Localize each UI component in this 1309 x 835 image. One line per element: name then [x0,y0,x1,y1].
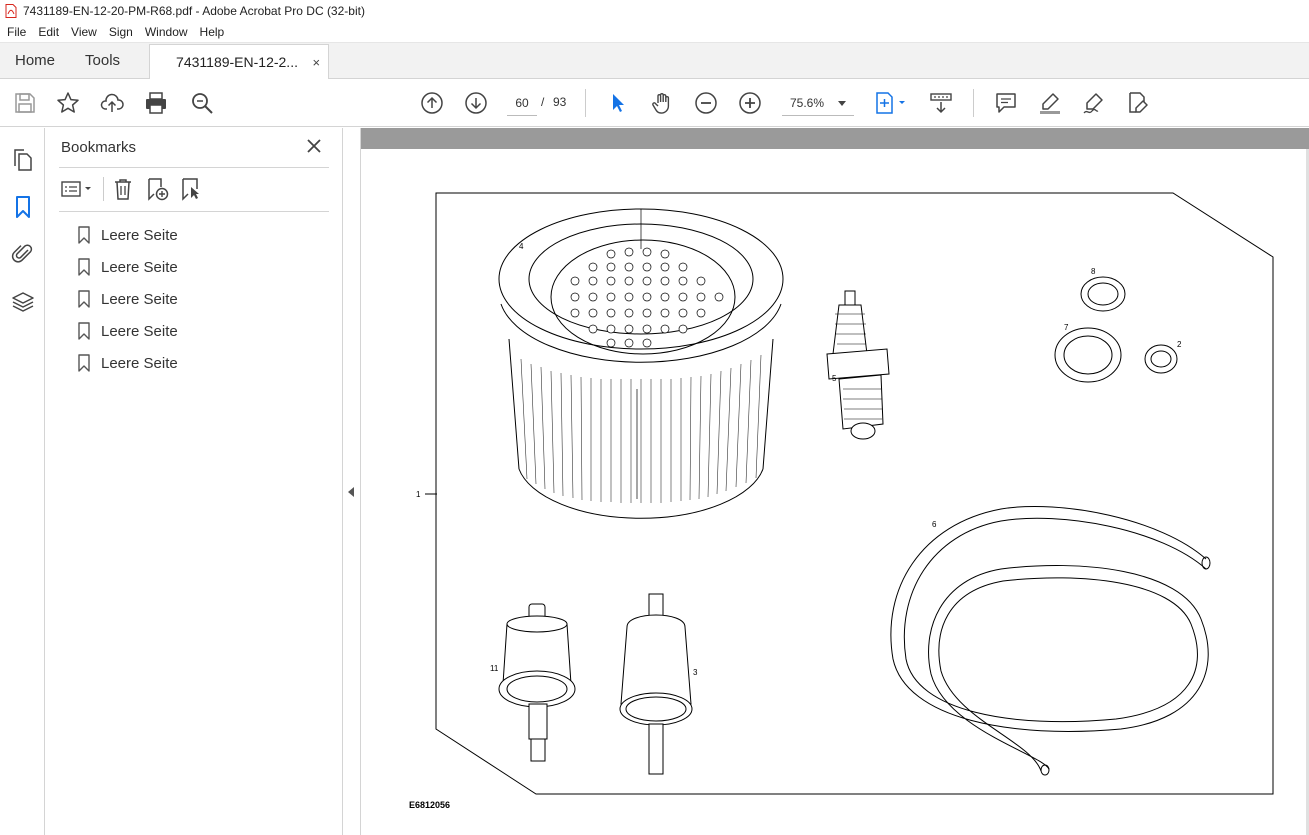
close-tab-button[interactable]: × [312,55,320,70]
bookmark-options-icon[interactable] [60,177,96,201]
bookmark-star-icon[interactable] [56,91,80,115]
bookmarks-panel: Bookmarks Leere Seite Leere Seite Leere … [45,128,343,835]
sign-icon[interactable] [1082,91,1106,115]
page-number-input[interactable] [507,90,537,116]
comment-icon[interactable] [994,91,1018,115]
bookmark-icon [78,354,90,372]
search-zoom-icon[interactable] [190,91,214,115]
callout-6: 6 [932,520,937,529]
callout-2: 2 [1177,340,1182,349]
attachments-icon[interactable] [11,241,35,265]
title-bar: 7431189-EN-12-20-PM-R68.pdf - Adobe Acro… [0,0,1309,22]
hose-drawing [890,506,1211,776]
page-thumbnails-icon[interactable] [11,148,35,172]
tab-bar: Home Tools 7431189-EN-12-2... × [0,43,1309,79]
fit-page-icon[interactable] [874,91,908,115]
delete-icon[interactable] [111,177,135,201]
callout-8: 8 [1091,267,1096,276]
bookmarks-title: Bookmarks [61,139,137,156]
bookmark-item[interactable]: Leere Seite [77,224,317,246]
spark-plug-drawing [826,290,890,440]
total-pages: 93 [553,95,567,109]
fuel-filter-large-drawing [619,593,693,775]
callout-7: 7 [1064,323,1069,332]
parts-illustration: 1 2 3 4 5 6 7 8 11 E6812056 [409,192,1274,810]
close-icon[interactable] [305,137,323,155]
zoom-value: 75.6% [790,95,825,110]
tab-home[interactable]: Home [0,43,70,78]
figure-code: E6812056 [409,800,450,810]
fuel-filter-small-drawing [498,603,576,762]
tab-document[interactable]: 7431189-EN-12-2... × [149,44,330,79]
collapse-arrow-icon [348,487,354,497]
bookmark-icon [78,258,90,276]
tab-tools[interactable]: Tools [70,43,135,78]
bookmark-icon [78,290,90,308]
page-down-icon[interactable] [464,91,488,115]
zoom-in-icon[interactable] [738,91,762,115]
menu-edit[interactable]: Edit [33,25,64,39]
callout-11: 11 [490,664,499,673]
callout-5: 5 [832,374,837,383]
bookmark-label: Leere Seite [101,354,178,372]
bookmark-label: Leere Seite [101,258,178,276]
menu-bar: File Edit View Sign Window Help [0,22,1309,43]
menu-file[interactable]: File [2,25,31,39]
panel-collapse-handle[interactable] [343,128,361,835]
bookmarks-icon[interactable] [11,195,35,219]
bookmark-item[interactable]: Leere Seite [77,256,317,278]
zoom-out-icon[interactable] [694,91,718,115]
callout-4: 4 [519,242,524,251]
page-up-icon[interactable] [420,91,444,115]
bookmark-icon [78,322,90,340]
hand-icon[interactable] [650,91,674,115]
pdf-file-icon [5,4,17,18]
callout-3: 3 [693,668,698,677]
bookmark-item[interactable]: Leere Seite [77,352,317,374]
menu-sign[interactable]: Sign [104,25,138,39]
new-bookmark-icon[interactable] [145,177,169,201]
toolbar [0,79,1309,127]
left-rail [0,128,45,835]
menu-view[interactable]: View [66,25,102,39]
bookmark-item[interactable]: Leere Seite [77,320,317,342]
window-title: 7431189-EN-12-20-PM-R68.pdf - Adobe Acro… [23,4,365,18]
bookmark-item[interactable]: Leere Seite [77,288,317,310]
chevron-down-icon [838,101,846,106]
callout-1: 1 [416,490,421,499]
layers-icon[interactable] [11,290,35,314]
scroll-mode-icon[interactable] [929,91,953,115]
bookmark-label: Leere Seite [101,290,178,308]
highlight-icon[interactable] [1038,91,1062,115]
save-icon[interactable] [13,91,37,115]
print-icon[interactable] [144,91,168,115]
bookmark-icon [78,226,90,244]
bookmark-label: Leere Seite [101,226,178,244]
menu-help[interactable]: Help [195,25,230,39]
page-gap [361,128,1309,149]
select-cursor-icon[interactable] [606,91,630,115]
zoom-dropdown[interactable]: 75.6% [782,90,854,116]
air-filter-drawing [498,208,784,519]
document-tab-title: 7431189-EN-12-2... [176,54,298,70]
menu-window[interactable]: Window [140,25,193,39]
bookmark-label: Leere Seite [101,322,178,340]
fill-sign-icon[interactable] [1126,91,1150,115]
document-viewport[interactable]: 1 2 3 4 5 6 7 8 11 E6812056 [361,128,1309,835]
cloud-upload-icon[interactable] [100,91,124,115]
bookmark-search-icon[interactable] [179,177,203,201]
page-separator: / [541,95,545,109]
washers-drawing [1054,276,1178,383]
